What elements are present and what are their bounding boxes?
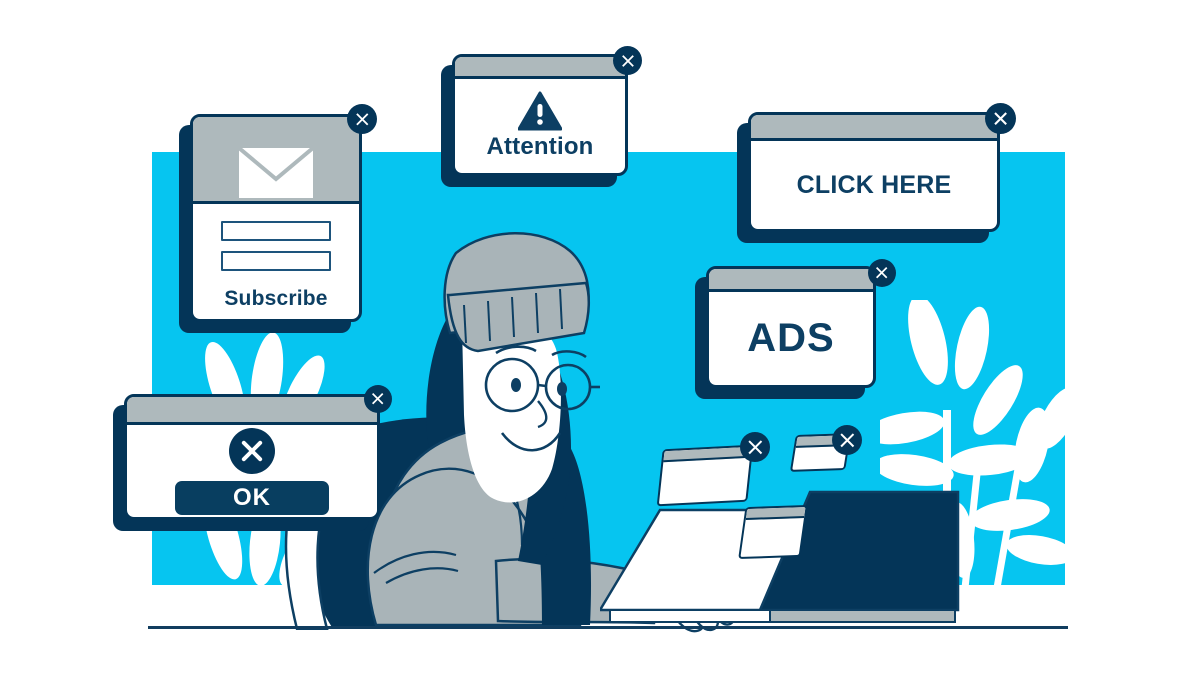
error-x-circle-icon: [229, 427, 275, 474]
envelope-icon: [238, 147, 314, 198]
warning-triangle-icon: [518, 91, 562, 131]
subscribe-field-1[interactable]: [221, 221, 331, 241]
close-x-icon[interactable]: [868, 259, 896, 287]
mini-titlebar: [663, 446, 752, 463]
subscribe-label: Subscribe: [224, 287, 328, 310]
window-body: Attention: [455, 79, 625, 173]
popup-click-here[interactable]: CLICK HERE: [737, 112, 1000, 243]
mini-window-frame: [738, 504, 808, 560]
close-x-icon[interactable]: [832, 425, 862, 455]
mini-window-1[interactable]: [656, 444, 754, 507]
illustration-canvas: Subscribe Attention CLICK HERE ADS OK: [0, 0, 1200, 700]
close-x-icon[interactable]: [740, 432, 770, 462]
mini-window-3[interactable]: [738, 504, 808, 560]
close-x-icon[interactable]: [613, 46, 642, 75]
subscribe-field-2[interactable]: [221, 251, 331, 271]
window-titlebar: [709, 269, 873, 292]
mini-window-frame: [656, 444, 754, 507]
close-x-glyph: [876, 267, 888, 279]
window-titlebar: [751, 115, 997, 141]
window-body: CLICK HERE: [751, 141, 997, 229]
desk-edge-line: [148, 626, 1068, 629]
close-x-icon[interactable]: [347, 104, 377, 134]
close-x-icon[interactable]: [364, 385, 392, 413]
mini-titlebar: [745, 507, 806, 521]
window-body: OK: [127, 425, 377, 517]
close-x-glyph: [621, 54, 634, 67]
close-x-glyph: [748, 440, 762, 454]
popup-subscribe[interactable]: Subscribe: [179, 114, 362, 333]
window-body: ADS: [709, 292, 873, 385]
ok-button[interactable]: OK: [175, 480, 329, 515]
window-frame: CLICK HERE: [748, 112, 1000, 232]
close-x-glyph: [355, 112, 369, 126]
popup-ok[interactable]: OK: [113, 394, 380, 531]
close-x-glyph: [372, 393, 384, 405]
window-titlebar: [455, 57, 625, 79]
ads-label: ADS: [747, 316, 835, 360]
window-body: Subscribe: [193, 204, 359, 319]
click-here-label: CLICK HERE: [796, 170, 952, 199]
window-titlebar: [193, 117, 359, 204]
close-x-glyph: [840, 433, 854, 447]
popup-attention[interactable]: Attention: [441, 54, 628, 187]
window-frame: Attention: [452, 54, 628, 176]
window-titlebar: [127, 397, 377, 425]
window-frame: OK: [124, 394, 380, 520]
close-x-glyph: [994, 112, 1007, 125]
popup-ads[interactable]: ADS: [695, 266, 876, 399]
window-frame: ADS: [706, 266, 876, 388]
window-frame: Subscribe: [190, 114, 362, 322]
attention-label: Attention: [486, 133, 594, 160]
close-x-icon[interactable]: [985, 103, 1016, 134]
error-x-glyph: [241, 440, 263, 461]
